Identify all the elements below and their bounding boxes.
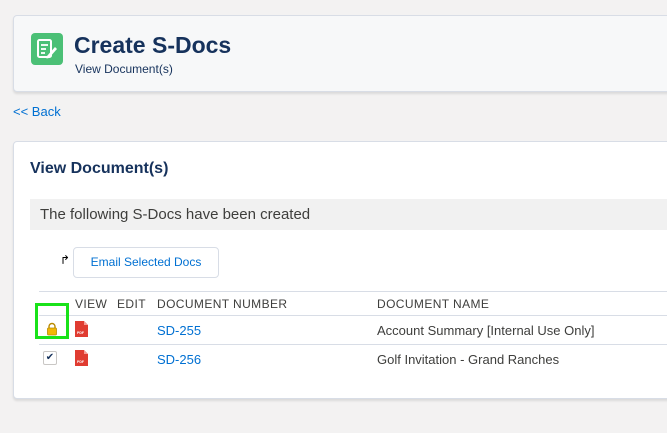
document-name: Account Summary [Internal Use Only] bbox=[377, 323, 595, 338]
row-select-checkbox[interactable]: ✔ bbox=[43, 351, 57, 365]
page-title: Create S-Docs bbox=[74, 32, 232, 58]
card-title: View Document(s) bbox=[30, 160, 169, 177]
success-message-bar: The following S-Docs have been created bbox=[30, 199, 667, 230]
column-header-document-number: DOCUMENT NUMBER bbox=[157, 297, 288, 311]
svg-text:PDF: PDF bbox=[77, 360, 85, 364]
back-link[interactable]: << Back bbox=[13, 104, 61, 119]
email-selected-docs-button[interactable]: Email Selected Docs bbox=[73, 247, 219, 278]
table-row: PDF SD-255 Account Summary [Internal Use… bbox=[35, 303, 667, 344]
s-docs-app-icon bbox=[31, 33, 63, 65]
column-header-view: VIEW bbox=[75, 297, 108, 311]
svg-text:PDF: PDF bbox=[77, 331, 85, 335]
document-number-link[interactable]: SD-255 bbox=[157, 323, 201, 338]
table-top-border bbox=[39, 291, 667, 292]
page-subtitle: View Document(s) bbox=[75, 62, 173, 76]
documents-table: VIEW EDIT DOCUMENT NUMBER DOCUMENT NAME … bbox=[35, 291, 667, 373]
view-documents-card: View Document(s) The following S-Docs ha… bbox=[13, 141, 667, 399]
return-arrow-icon: ↱ bbox=[60, 253, 71, 267]
document-name: Golf Invitation - Grand Ranches bbox=[377, 352, 560, 367]
page-header: Create S-Docs View Document(s) bbox=[13, 15, 667, 92]
document-number-link[interactable]: SD-256 bbox=[157, 352, 201, 367]
pdf-icon[interactable]: PDF bbox=[75, 350, 88, 366]
pdf-icon[interactable]: PDF bbox=[75, 321, 88, 337]
lock-icon bbox=[47, 322, 57, 336]
success-message: The following S-Docs have been created bbox=[40, 206, 311, 223]
column-header-edit: EDIT bbox=[117, 297, 146, 311]
column-header-document-name: DOCUMENT NAME bbox=[377, 297, 490, 311]
table-row: ✔ PDF SD-256 Golf Invitation - Grand Ran… bbox=[39, 345, 667, 373]
